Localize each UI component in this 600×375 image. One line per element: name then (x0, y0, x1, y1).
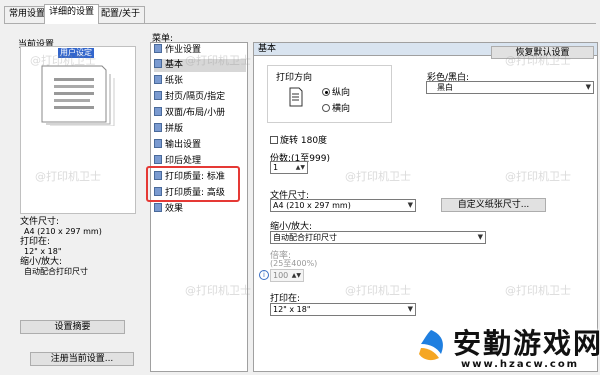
preview-selected-label: 用户设定 (58, 48, 94, 58)
finishing-icon (154, 155, 162, 164)
page-preview-icon (36, 62, 122, 127)
imposition-icon (154, 123, 162, 132)
info-paper-size-label: 文件尺寸: (20, 217, 60, 227)
print-on-select[interactable]: 12" x 18" ▼ (270, 303, 416, 316)
logo-mark-icon (414, 329, 448, 363)
settings-summary-button[interactable]: 设置摘要 (20, 320, 125, 334)
menu-item-duplex[interactable]: 双面/布局/小册 (154, 107, 225, 120)
menu-item-basic[interactable]: 基本 (154, 59, 246, 72)
scale-select[interactable]: 自动配合打印尺寸 ▼ (270, 231, 486, 244)
checkbox-icon (270, 136, 278, 144)
menu-item-job-settings[interactable]: 作业设置 (154, 44, 201, 57)
restore-defaults-button[interactable]: 恢复默认设置 (491, 46, 594, 59)
info-icon: i (259, 270, 269, 280)
portrait-page-icon (289, 87, 303, 107)
info-paper-size-value: A4 (210 x 297 mm) (24, 227, 102, 236)
info-scale-label: 缩小/放大: (20, 257, 63, 267)
info-print-on-value: 12" x 18" (24, 247, 62, 256)
effects-icon (154, 203, 162, 212)
ratio-range-label: (25至400%) (270, 259, 318, 268)
logo-url: www.hzacw.com (461, 359, 580, 370)
register-settings-button[interactable]: 注册当前设置... (30, 352, 134, 366)
tab-config-about[interactable]: 配置/关于 (96, 6, 146, 23)
radio-checked-icon (322, 88, 330, 96)
output-icon (154, 139, 162, 148)
landscape-radio[interactable]: 横向 (322, 101, 350, 114)
orientation-label: 打印方向 (276, 73, 313, 83)
menu-item-paper[interactable]: 纸张 (154, 75, 183, 88)
job-icon (154, 44, 162, 53)
duplex-icon (154, 107, 162, 116)
rotate-checkbox[interactable]: 旋转 180度 (270, 133, 327, 146)
color-mode-select[interactable]: 黑白 ▼ (426, 81, 594, 94)
menu-tree: 作业设置 基本 纸张 封页/隔页/指定 双面/布局/小册 拼版 输出设置 印后处… (150, 42, 248, 372)
cover-icon (154, 91, 162, 100)
ratio-input[interactable]: 100 ▲▼ (270, 269, 304, 282)
paper-icon (154, 75, 162, 84)
logo-text: 安勤游戏网 (453, 327, 600, 360)
info-scale-value: 自动配合打印尺寸 (24, 267, 88, 276)
menu-item-cover[interactable]: 封页/隔页/指定 (154, 91, 225, 104)
menu-item-imposition[interactable]: 拼版 (154, 123, 183, 136)
menu-item-effects[interactable]: 效果 (154, 203, 183, 216)
highlight-box (146, 166, 240, 202)
copies-input[interactable]: 1 ▲▼ (270, 161, 308, 174)
tab-detailed-settings[interactable]: 详细的设置 (44, 4, 100, 24)
paper-size-select[interactable]: A4 (210 x 297 mm) ▼ (270, 199, 416, 212)
custom-paper-size-button[interactable]: 自定义纸张尺寸... (441, 198, 546, 212)
radio-unchecked-icon (322, 104, 330, 112)
current-info: 文件尺寸: A4 (210 x 297 mm) 打印在: 12" x 18" 缩… (20, 217, 140, 277)
info-print-on-label: 打印在: (20, 237, 51, 247)
basic-icon (154, 59, 162, 68)
portrait-radio[interactable]: 纵向 (322, 85, 350, 98)
site-logo: 安勤游戏网 www.hzacw.com (405, 322, 600, 372)
menu-item-output[interactable]: 输出设置 (154, 139, 201, 152)
